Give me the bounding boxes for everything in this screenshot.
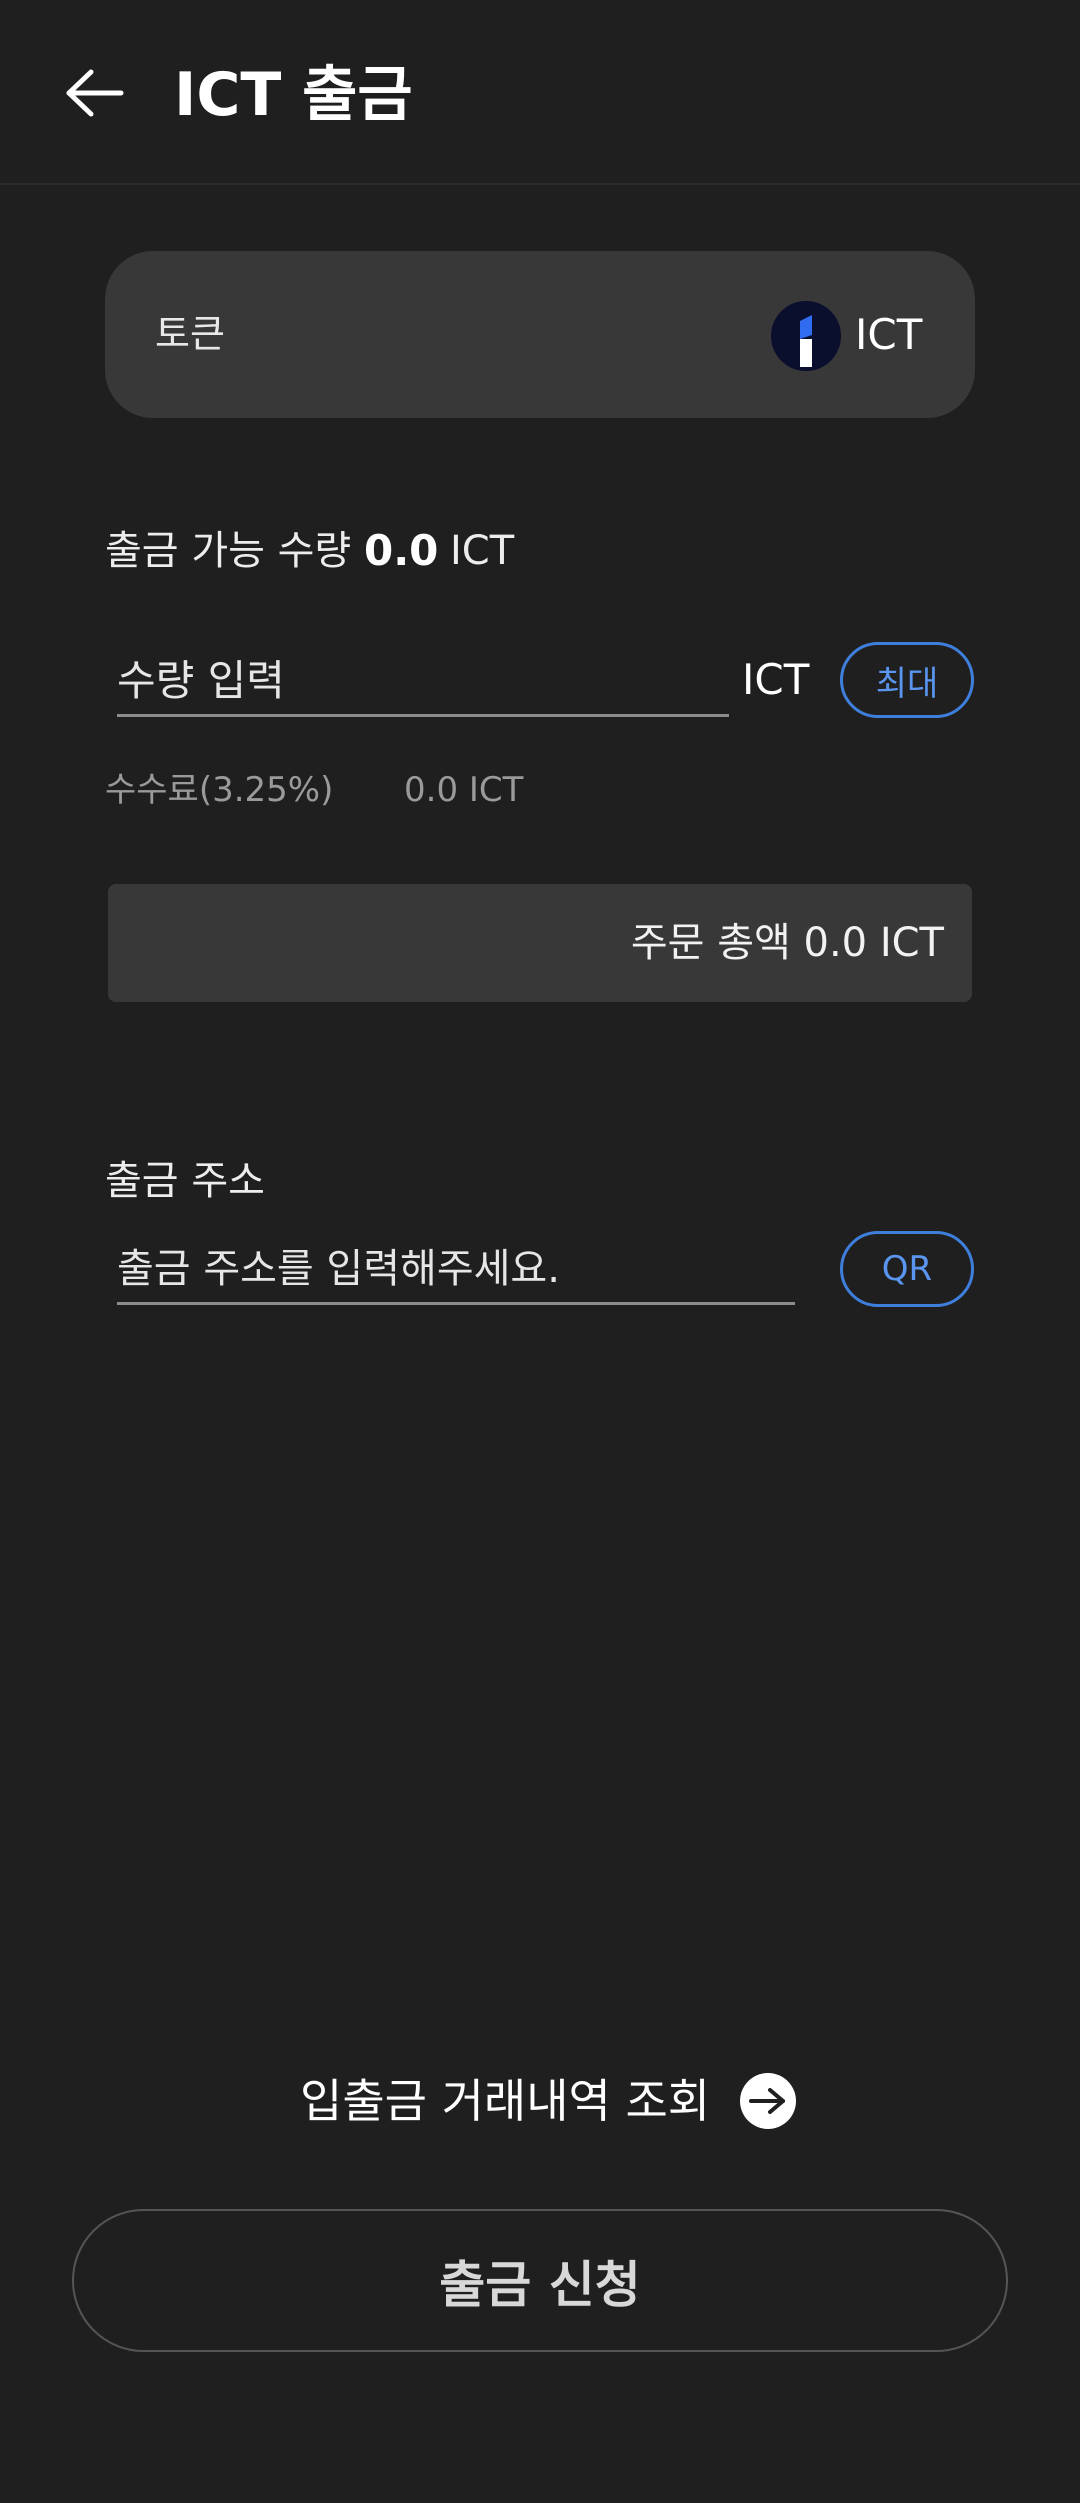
arrow-right-circle-icon xyxy=(740,2073,797,2129)
available-unit: ICT xyxy=(450,528,515,574)
ict-token-logo-icon xyxy=(771,301,841,371)
app-header: ICT 출금 xyxy=(0,0,1080,185)
amount-input[interactable] xyxy=(117,646,729,717)
fee-label: 수수료(3.25%) xyxy=(105,770,334,810)
arrow-left-icon xyxy=(66,69,124,117)
transaction-history-link[interactable]: 입출금 거래내역 조회 xyxy=(300,2068,797,2134)
history-label: 입출금 거래내역 조회 xyxy=(300,2074,711,2128)
address-label: 출금 주소 xyxy=(105,1158,265,1204)
token-name: ICT xyxy=(855,310,923,359)
token-selector[interactable]: 토큰 ICT xyxy=(105,251,975,418)
qr-button[interactable]: QR xyxy=(840,1231,974,1307)
order-total-box: 주문 총액 0.0 ICT xyxy=(108,884,972,1002)
withdraw-submit-button[interactable]: 출금 신청 xyxy=(72,2209,1008,2352)
back-button[interactable] xyxy=(60,58,130,128)
available-value: 0.0 xyxy=(364,526,439,575)
available-label: 출금 가능 수량 xyxy=(105,528,352,574)
address-input[interactable] xyxy=(117,1236,795,1305)
token-label: 토큰 xyxy=(155,312,225,356)
fee-value: 0.0 ICT xyxy=(404,770,524,810)
max-button[interactable]: 최대 xyxy=(840,642,974,718)
page-title: ICT 출금 xyxy=(174,60,413,130)
amount-unit: ICT xyxy=(742,655,810,704)
order-total-text: 주문 총액 0.0 ICT xyxy=(630,920,944,966)
